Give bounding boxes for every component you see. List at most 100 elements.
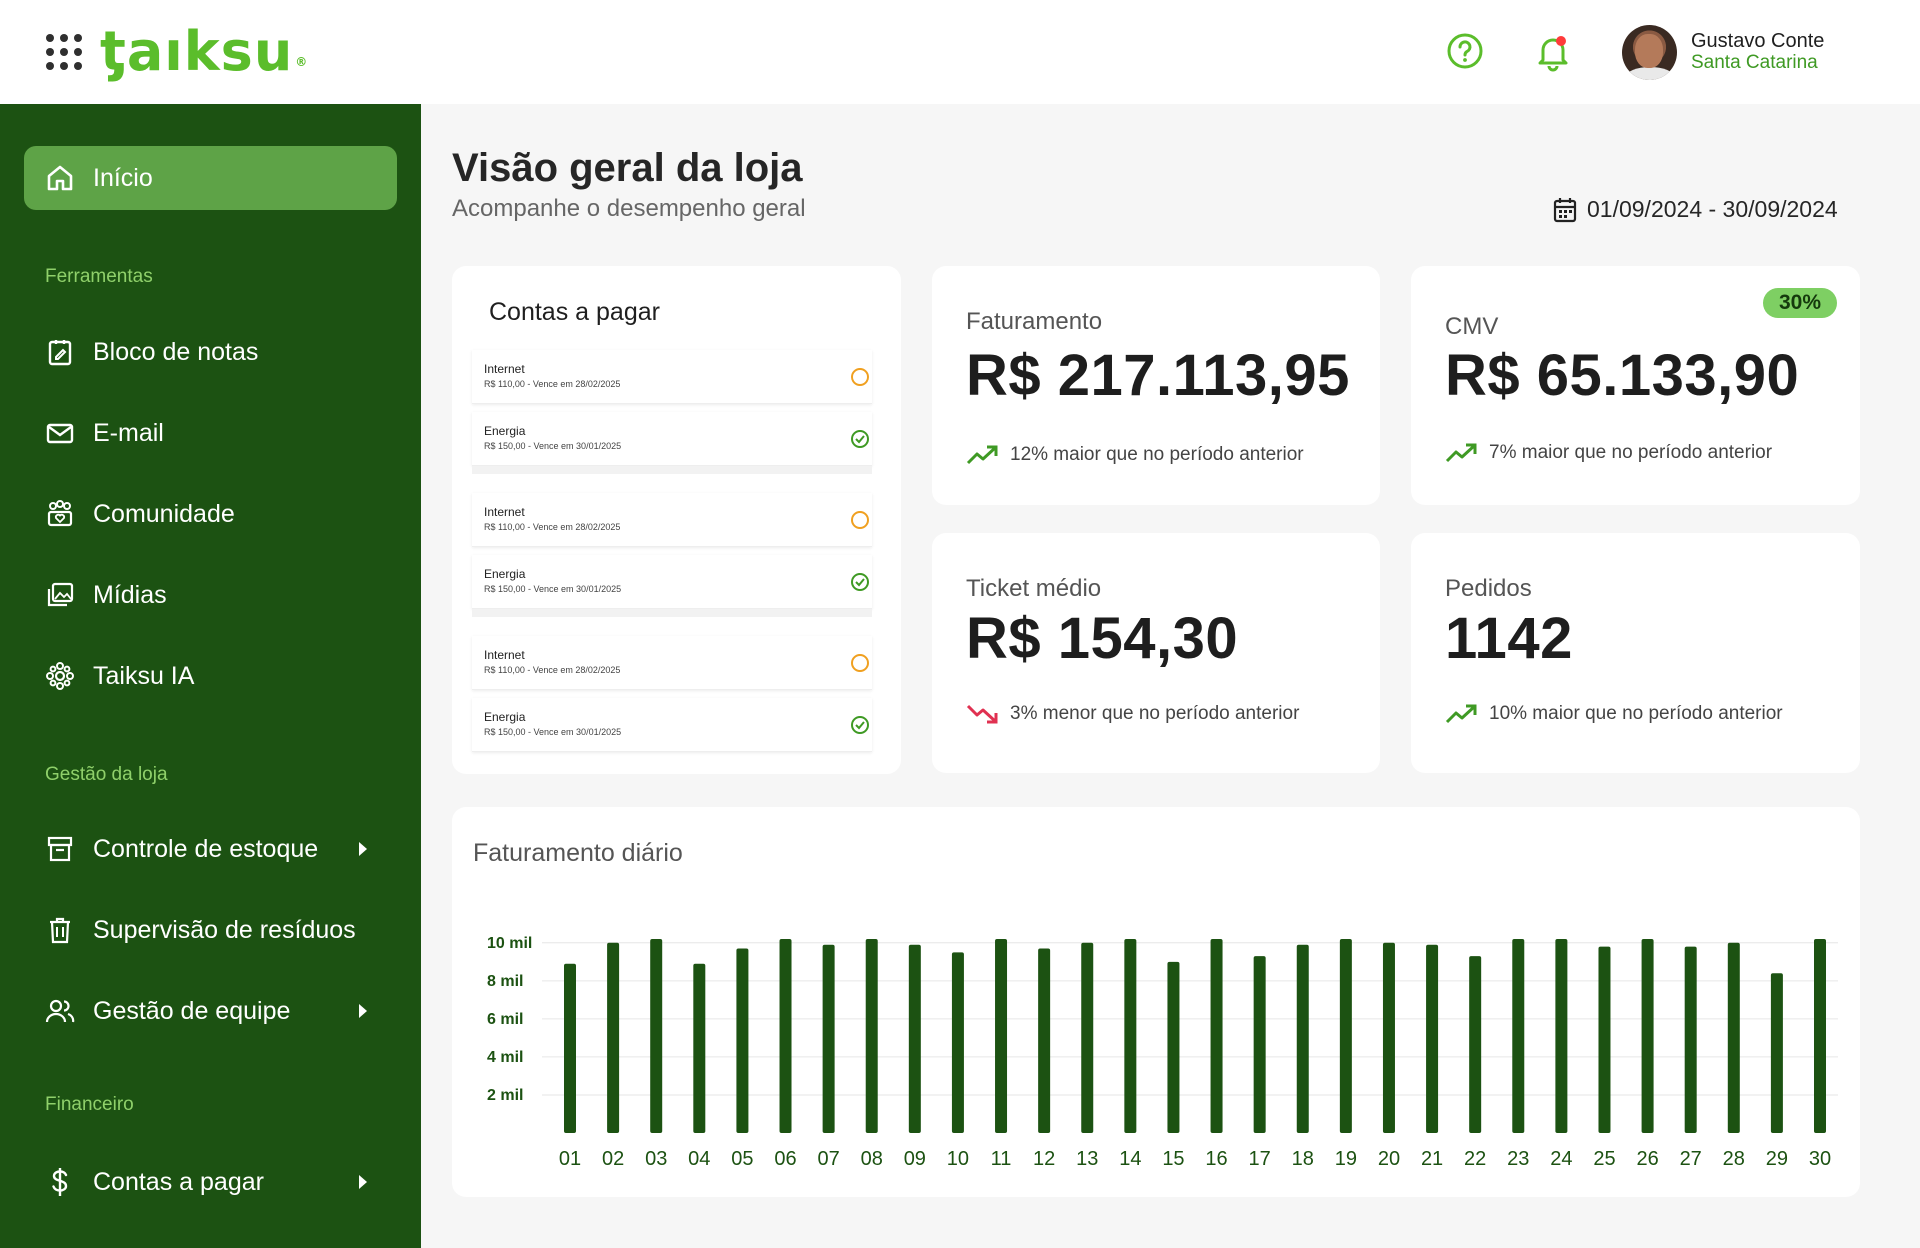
pending-circle-icon[interactable] [850,653,870,673]
trend-text: 7% maior que no período anterior [1489,442,1773,463]
trend-up-icon [1445,443,1477,463]
x-tick-label: 14 [1119,1148,1141,1170]
bill-desc: R$ 110,00 - Vence em 28/02/2025 [484,379,621,389]
brand-logo[interactable]: ƫaıksu ® [100,18,308,86]
x-tick-label: 18 [1292,1148,1314,1170]
sidebar-item-label: Bloco de notas [93,337,259,366]
bar-21 [1426,944,1439,1133]
bar-17 [1253,956,1266,1133]
check-circle-icon[interactable] [850,715,870,735]
x-tick-label: 02 [602,1148,624,1170]
sidebar-item-label: E-mail [93,418,164,447]
metric-card-cmv: 30% CMV R$ 65.133,90 7% maior que no per… [1411,266,1860,505]
check-circle-icon[interactable] [850,429,870,449]
bill-name: Energia [484,424,526,438]
bar-15 [1167,961,1180,1133]
bell-icon[interactable] [1534,32,1572,72]
chevron-right-icon [359,1175,367,1189]
bar-02 [607,942,620,1133]
bill-item[interactable]: Internet R$ 110,00 - Vence em 28/02/2025 [472,636,872,690]
y-tick-label: 8 mil [487,973,523,990]
cmv-percent-badge: 30% [1763,288,1837,318]
bar-24 [1555,939,1568,1133]
bar-04 [693,963,706,1133]
x-tick-label: 30 [1809,1148,1831,1170]
x-tick-label: 25 [1593,1148,1615,1170]
bill-name: Energia [484,710,526,724]
bill-item[interactable]: Internet R$ 110,00 - Vence em 28/02/2025 [472,493,872,547]
sidebar-item-email[interactable]: E-mail [44,413,164,453]
bill-name: Energia [484,567,526,581]
metric-label: Faturamento [966,308,1103,335]
sidebar: Início Ferramentas Bloco de notas E-mail… [0,104,421,1248]
x-tick-label: 17 [1249,1148,1271,1170]
sidebar-item-contas-a-pagar[interactable]: Contas a pagar [44,1162,367,1202]
x-tick-label: 09 [904,1148,926,1170]
help-icon[interactable] [1446,32,1484,70]
x-tick-label: 21 [1421,1148,1443,1170]
bill-group-gap [472,609,872,617]
bar-23 [1512,939,1525,1133]
bill-item[interactable]: Internet R$ 110,00 - Vence em 28/02/2025 [472,350,872,404]
trash-icon [44,914,76,946]
notification-dot [1556,36,1566,46]
sidebar-item-label: Supervisão de resíduos [93,915,356,944]
team-icon [44,995,76,1027]
page-title: Visão geral da loja [452,146,803,190]
x-tick-label: 22 [1464,1148,1486,1170]
metric-value: R$ 65.133,90 [1445,343,1800,408]
section-gestao-da-loja: Gestão da loja [45,764,168,785]
trend-down-icon [966,704,998,724]
bill-item[interactable]: Energia R$ 150,00 - Vence em 30/01/2025 [472,698,872,752]
bar-05 [736,948,749,1133]
home-icon [44,162,76,194]
avatar[interactable] [1622,25,1677,80]
sidebar-item-midias[interactable]: Mídias [44,575,167,615]
bar-09 [908,944,921,1133]
check-circle-icon[interactable] [850,572,870,592]
metric-value: R$ 154,30 [966,606,1239,671]
calendar-icon [1553,197,1577,222]
sidebar-item-controle-de-estoque[interactable]: Controle de estoque [44,829,367,869]
sidebar-item-taiksu-ia[interactable]: Taiksu IA [44,656,194,696]
metric-trend: 3% menor que no período anterior [966,703,1299,725]
x-tick-label: 20 [1378,1148,1400,1170]
user-name[interactable]: Gustavo Conte [1691,30,1824,53]
x-tick-label: 23 [1507,1148,1529,1170]
pending-circle-icon[interactable] [850,510,870,530]
sidebar-item-bloco-de-notas[interactable]: Bloco de notas [44,332,258,372]
metric-value: R$ 217.113,95 [966,343,1350,408]
apps-grid-icon[interactable] [46,34,82,70]
sidebar-item-comunidade[interactable]: Comunidade [44,494,235,534]
sidebar-item-gestao-de-equipe[interactable]: Gestão de equipe [44,991,367,1031]
x-tick-label: 29 [1766,1148,1788,1170]
bills-title: Contas a pagar [489,298,660,326]
y-tick-label: 2 mil [487,1087,523,1104]
bar-01 [564,963,576,1133]
metric-label: Pedidos [1445,575,1532,602]
bar-30 [1814,939,1826,1133]
date-range-picker[interactable]: 01/09/2024 - 30/09/2024 [1553,196,1838,223]
x-tick-label: 12 [1033,1148,1055,1170]
community-icon [44,498,76,530]
trend-text: 10% maior que no período anterior [1489,703,1783,724]
sidebar-item-label: Contas a pagar [93,1167,264,1196]
bills-card: Contas a pagar Internet R$ 110,00 - Venc… [452,266,901,774]
trend-text: 3% menor que no período anterior [1010,703,1300,724]
section-ferramentas: Ferramentas [45,266,153,287]
bill-group-gap [472,466,872,474]
bar-26 [1641,939,1654,1133]
bar-10 [951,952,964,1133]
bill-item[interactable]: Energia R$ 150,00 - Vence em 30/01/2025 [472,555,872,609]
media-icon [44,579,76,611]
sidebar-item-label: Mídias [93,580,167,609]
bill-item[interactable]: Energia R$ 150,00 - Vence em 30/01/2025 [472,412,872,466]
sidebar-item-inicio-content[interactable]: Início [44,158,153,198]
bar-14 [1124,939,1137,1133]
sidebar-item-supervisao-de-residuos[interactable]: Supervisão de resíduos [44,910,356,950]
x-tick-label: 11 [991,1148,1012,1170]
pending-circle-icon[interactable] [850,367,870,387]
metric-label: Ticket médio [966,575,1102,602]
bar-11 [995,939,1008,1133]
x-tick-label: 04 [688,1148,710,1170]
